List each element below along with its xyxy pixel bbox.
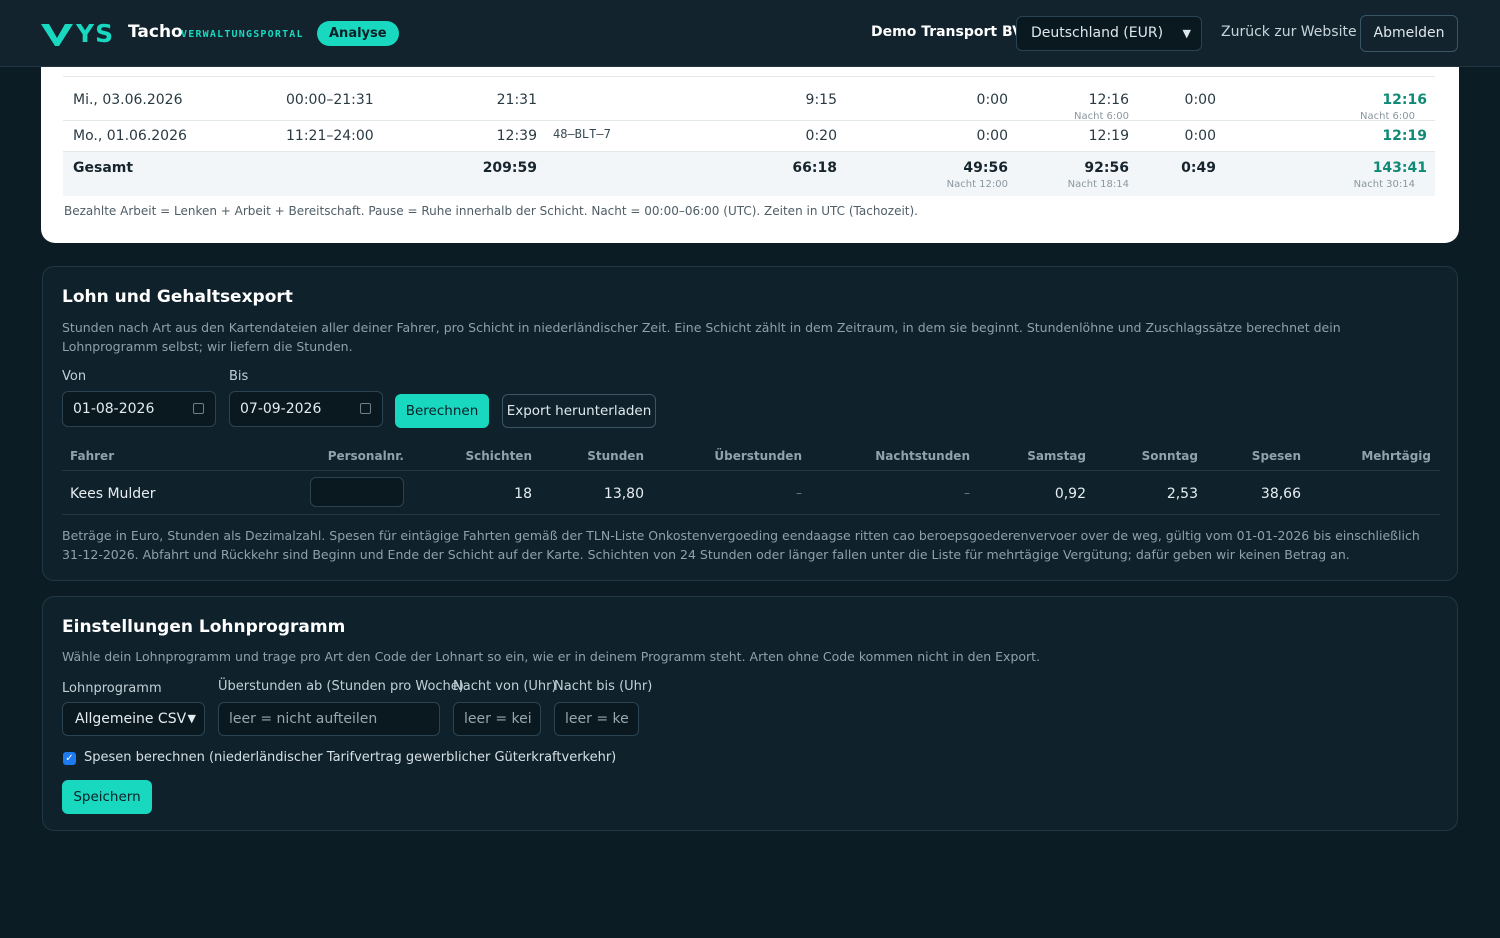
total-col1-night: Nacht 12:00 [946, 179, 1008, 190]
shift-col1: 0:00 [976, 92, 1008, 108]
license-plate: 48–BLT–7 [553, 127, 611, 141]
from-label: Von [62, 369, 87, 384]
logo[interactable]: YS [40, 19, 114, 49]
calendar-icon[interactable] [193, 403, 204, 414]
calculate-button[interactable]: Berechnen [395, 394, 489, 428]
overtime-value: – [796, 486, 802, 500]
night-from-input[interactable]: leer = kei [453, 702, 541, 736]
top-bar: YS Tacho VERWALTUNGSPORTAL Analyse Demo … [0, 0, 1500, 67]
total-pause: 66:18 [792, 160, 837, 176]
brand-subtitle: VERWALTUNGSPORTAL [181, 29, 304, 40]
total-label: Gesamt [73, 160, 134, 176]
shift-date: Mi., 03.06.2026 [73, 92, 183, 108]
column-header: Spesen [1251, 449, 1301, 463]
logo-text: YS [76, 19, 115, 48]
logout-button[interactable]: Abmelden [1360, 15, 1458, 52]
total-col3: 0:49 [1181, 160, 1216, 176]
total-paid: 143:41 [1372, 160, 1427, 176]
column-header: Personalnr. [327, 449, 404, 463]
total-paid-night: Nacht 30:14 [1353, 179, 1415, 190]
total-col2-night: Nacht 18:14 [1067, 179, 1129, 190]
shift-duration: 21:31 [496, 92, 537, 108]
chevron-down-icon: ▼ [187, 712, 196, 725]
to-label: Bis [229, 369, 249, 384]
shift-pause: 0:20 [805, 128, 837, 144]
save-button[interactable]: Speichern [62, 780, 152, 814]
sunday-value: 2,53 [1166, 486, 1198, 502]
shift-paid: 12:19 [1382, 128, 1427, 144]
section-description: Wähle dein Lohnprogramm und trage pro Ar… [62, 649, 1041, 664]
column-header: Fahrer [70, 449, 115, 463]
export-table-header: Fahrer Personalnr. Schichten Stunden Übe… [62, 441, 1440, 471]
personnel-number-input[interactable] [310, 477, 404, 507]
shift-col2: 12:16 [1088, 92, 1129, 108]
payroll-program-select[interactable]: Allgemeine CSV ▼ [62, 702, 205, 736]
shift-col3: 0:00 [1184, 92, 1216, 108]
export-footnote: Beträge in Euro, Stunden als Dezimalzahl… [62, 528, 1420, 562]
shift-paid: 12:16 [1382, 92, 1427, 108]
column-header: Mehrtägig [1361, 449, 1431, 463]
table-total-row: Gesamt 209:59 66:18 49:56 Nacht 12:00 92… [63, 152, 1435, 196]
column-header: Schichten [465, 449, 533, 463]
shift-col3: 0:00 [1184, 128, 1216, 144]
night-to-input[interactable]: leer = ke [554, 702, 639, 736]
company-name: Demo Transport BV [871, 24, 1023, 40]
brand-name: Tacho [128, 22, 183, 42]
total-col2: 92:56 [1084, 160, 1129, 176]
night-to-label: Nacht bis (Uhr) [554, 679, 653, 694]
shift-time: 11:21–24:00 [286, 128, 374, 144]
shift-duration: 12:39 [496, 128, 537, 144]
column-header: Samstag [1027, 449, 1086, 463]
table-row: Mo., 01.06.2026 11:21–24:00 12:39 48–BLT… [63, 121, 1435, 152]
expenses-checkbox[interactable]: ✓ [63, 752, 76, 765]
shift-time: 00:00–21:31 [286, 92, 374, 108]
driver-name: Kees Mulder [70, 486, 156, 502]
download-export-button[interactable]: Export herunterladen [502, 394, 656, 428]
country-select[interactable]: Deutschland (EUR) ▼ [1016, 16, 1202, 51]
column-header: Überstunden [714, 449, 802, 463]
overtime-input[interactable]: leer = nicht aufteilen [218, 702, 440, 736]
night-hours-value: – [964, 486, 970, 500]
table-row: Mi., 03.06.2026 00:00–21:31 21:31 9:15 0… [63, 77, 1435, 122]
analyse-badge[interactable]: Analyse [317, 21, 399, 46]
hours-value: 13,80 [603, 486, 644, 502]
to-date-value: 07-09-2026 [240, 401, 322, 417]
calendar-icon[interactable] [360, 403, 371, 414]
table-note: Bezahlte Arbeit = Lenken + Arbeit + Bere… [64, 204, 918, 218]
column-header: Stunden [587, 449, 644, 463]
shift-date: Mo., 01.06.2026 [73, 128, 187, 144]
payroll-export-card: Lohn und Gehaltsexport Stunden nach Art … [42, 266, 1458, 581]
total-col1: 49:56 [963, 160, 1008, 176]
shift-pause: 9:15 [805, 92, 837, 108]
back-to-website-link[interactable]: Zurück zur Website [1221, 24, 1357, 40]
chevron-down-icon: ▼ [1182, 27, 1191, 40]
from-date-input[interactable]: 01-08-2026 [62, 391, 216, 427]
program-label: Lohnprogramm [62, 681, 162, 696]
column-header: Nachtstunden [875, 449, 970, 463]
country-select-value: Deutschland (EUR) [1031, 25, 1164, 41]
payroll-settings-card: Einstellungen Lohnprogramm Wähle dein Lo… [42, 596, 1458, 831]
section-title: Lohn und Gehaltsexport [62, 287, 293, 307]
shift-col2: 12:19 [1088, 128, 1129, 144]
saturday-value: 0,92 [1054, 486, 1086, 502]
expenses-checkbox-label[interactable]: Spesen berechnen (niederländischer Tarif… [84, 750, 616, 765]
logo-mark-icon [41, 24, 73, 46]
overtime-label: Überstunden ab (Stunden pro Woche) [218, 679, 464, 694]
shifts-value: 18 [514, 486, 532, 502]
expenses-value: 38,66 [1260, 486, 1301, 502]
section-description: Stunden nach Art aus den Kartendateien a… [62, 320, 1341, 354]
from-date-value: 01-08-2026 [73, 401, 155, 417]
total-duration: 209:59 [482, 160, 537, 176]
section-title: Einstellungen Lohnprogramm [62, 617, 346, 637]
column-header: Sonntag [1141, 449, 1198, 463]
shift-col1: 0:00 [976, 128, 1008, 144]
night-from-label: Nacht von (Uhr) [453, 679, 557, 694]
table-row: Kees Mulder 18 13,80 – – 0,92 2,53 38,66 [62, 471, 1440, 515]
to-date-input[interactable]: 07-09-2026 [229, 391, 383, 427]
payroll-program-value: Allgemeine CSV [75, 711, 187, 727]
